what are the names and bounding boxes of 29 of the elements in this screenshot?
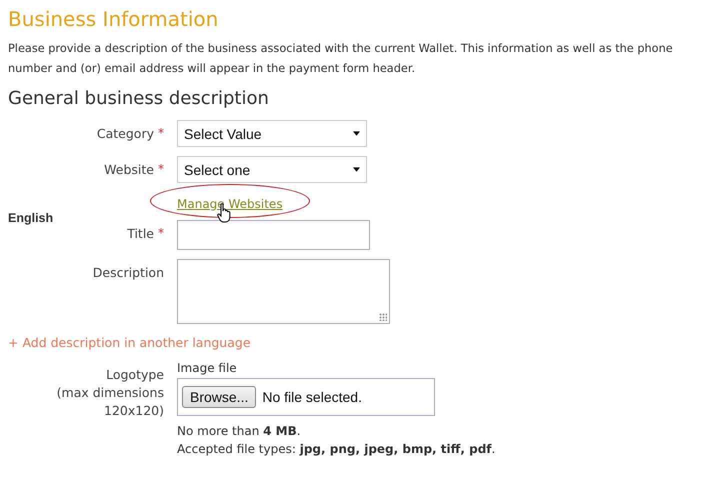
manage-websites-link[interactable]: Manage Websites	[177, 197, 283, 211]
select-field[interactable]: Select Value	[177, 120, 367, 147]
textarea-field[interactable]	[177, 259, 390, 324]
field-label: Category	[96, 126, 154, 141]
browse-button[interactable]: Browse...	[182, 386, 256, 408]
caret-icon	[353, 131, 360, 136]
note-text: Accepted file types: jpg, png, jpeg, bmp, tiff, pdf.	[177, 441, 496, 458]
required-mark: *	[158, 126, 164, 141]
field-label: Description	[92, 265, 164, 280]
required-mark: *	[158, 226, 164, 241]
image-file-label: Image file	[177, 360, 238, 376]
language-label: English	[8, 211, 54, 225]
note-text: No more than 4 MB.	[177, 423, 302, 440]
field-label: Title	[127, 226, 154, 241]
field-label: Logotype	[106, 366, 164, 384]
required-mark: *	[158, 162, 164, 177]
resize-grip-icon	[379, 313, 387, 321]
intro-text: Please provide a description of the business associated with the current Wallet. This information as well as the phone number and (or) email address will appear in the payment form header.	[8, 41, 674, 77]
file-field[interactable]: Browse... No file selected.	[177, 378, 435, 416]
file-status: No file selected.	[262, 389, 362, 405]
text-field[interactable]	[177, 220, 370, 250]
select-field[interactable]: Select one	[177, 156, 367, 183]
dimensions-hint: (max dimensions 120x120)	[56, 384, 164, 420]
caret-icon	[353, 167, 360, 172]
select-value: Select one	[184, 162, 250, 178]
section-title: General business description	[8, 87, 270, 111]
page-title: Business Information	[8, 6, 220, 33]
field-label: Website	[104, 162, 154, 177]
select-value: Select Value	[184, 126, 262, 142]
